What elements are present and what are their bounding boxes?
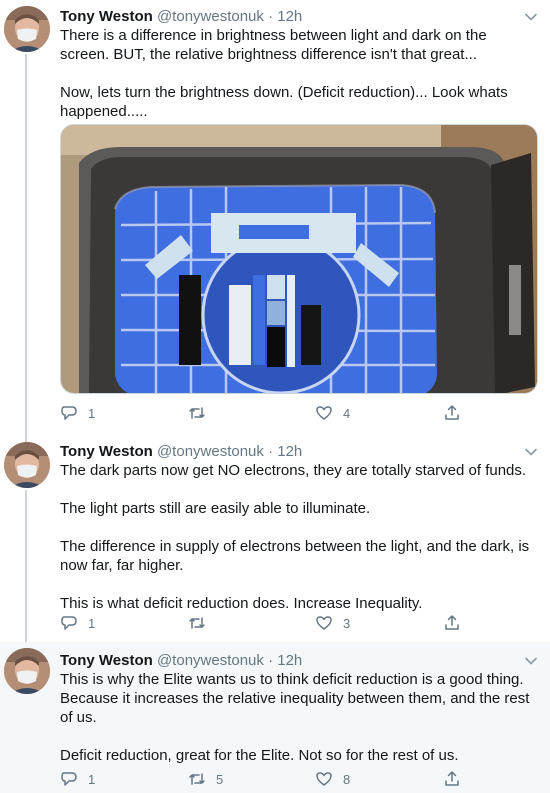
reply-icon (61, 406, 77, 420)
chevron-down-icon[interactable] (524, 654, 538, 668)
tweet-paragraph: Deficit reduction, great for the Elite. … (60, 747, 459, 764)
like-icon (316, 772, 332, 786)
like-count: 3 (343, 615, 351, 631)
reply-count: 1 (88, 615, 96, 631)
timestamp[interactable]: 12h (277, 443, 302, 460)
retweet-icon (189, 407, 205, 419)
tweet-paragraph: This is what deficit reduction does. Inc… (60, 595, 423, 612)
chevron-down-icon[interactable] (524, 445, 538, 459)
reply-count: 1 (88, 405, 96, 421)
thread-line (25, 490, 27, 642)
reply-button[interactable]: 1 (60, 403, 95, 423)
tweet-focused[interactable]: Tony Weston @tonywestonuk · 12h This is … (0, 642, 550, 793)
like-count: 4 (343, 405, 351, 421)
like-count: 8 (343, 771, 351, 787)
separator: · (268, 443, 274, 460)
tweet-header: Tony Weston @tonywestonuk · 12h (60, 7, 302, 27)
author-handle[interactable]: @tonywestonuk (157, 652, 264, 669)
avatar[interactable] (4, 6, 50, 52)
like-button[interactable]: 4 (315, 403, 350, 423)
tweet-paragraph: This is why the Elite wants us to think … (60, 671, 530, 726)
like-icon (316, 406, 332, 420)
tweet-header: Tony Weston @tonywestonuk · 12h (60, 442, 302, 462)
avatar[interactable] (4, 442, 50, 488)
timestamp[interactable]: 12h (277, 652, 302, 669)
retweet-button[interactable] (188, 403, 216, 423)
retweet-count: 5 (216, 771, 224, 787)
share-icon (445, 771, 459, 786)
share-button[interactable] (443, 403, 461, 423)
reply-icon (61, 616, 77, 630)
author-name[interactable]: Tony Weston (60, 443, 153, 460)
tweet-actions: 1 3 (60, 613, 500, 633)
separator: · (268, 652, 274, 669)
author-name[interactable]: Tony Weston (60, 8, 153, 25)
author-handle[interactable]: @tonywestonuk (157, 8, 264, 25)
share-icon (445, 615, 459, 630)
author-name[interactable]: Tony Weston (60, 652, 153, 669)
reply-button[interactable]: 1 (60, 769, 95, 789)
tv-test-card-image (61, 125, 537, 393)
tweet-paragraph: There is a difference in brightness betw… (60, 27, 487, 63)
tweet[interactable]: Tony Weston @tonywestonuk · 12h There is… (0, 0, 550, 436)
timestamp[interactable]: 12h (277, 8, 302, 25)
retweet-button[interactable]: 5 (188, 769, 223, 789)
share-icon (445, 405, 459, 420)
tweet-paragraph: The dark parts now get NO electrons, the… (60, 462, 527, 479)
tweet[interactable]: Tony Weston @tonywestonuk · 12h The dark… (0, 436, 550, 642)
author-handle[interactable]: @tonywestonuk (157, 443, 264, 460)
chevron-down-icon[interactable] (524, 10, 538, 24)
like-button[interactable]: 3 (315, 613, 350, 633)
avatar[interactable] (4, 648, 50, 694)
tweet-text: There is a difference in brightness betw… (60, 26, 538, 121)
like-button[interactable]: 8 (315, 769, 350, 789)
tweet-text: This is why the Elite wants us to think … (60, 670, 538, 765)
like-icon (316, 616, 332, 630)
retweet-icon (189, 773, 205, 785)
tweet-paragraph: Now, lets turn the brightness down. (Def… (60, 84, 508, 120)
retweet-button[interactable] (188, 613, 216, 633)
tweet-paragraph: The light parts still are easily able to… (60, 500, 371, 517)
tweet-paragraph: The difference in supply of electrons be… (60, 538, 530, 574)
tweet-actions: 1 4 (60, 403, 500, 423)
tweet-image[interactable] (60, 124, 538, 394)
separator: · (268, 8, 274, 25)
tweet-text: The dark parts now get NO electrons, the… (60, 461, 538, 613)
retweet-icon (189, 617, 205, 629)
share-button[interactable] (443, 613, 461, 633)
tweet-header: Tony Weston @tonywestonuk · 12h (60, 651, 302, 671)
share-button[interactable] (443, 769, 461, 789)
tweet-actions: 1 5 8 (60, 769, 500, 789)
reply-button[interactable]: 1 (60, 613, 95, 633)
reply-count: 1 (88, 771, 96, 787)
reply-icon (61, 772, 77, 786)
thread-line (25, 54, 27, 436)
